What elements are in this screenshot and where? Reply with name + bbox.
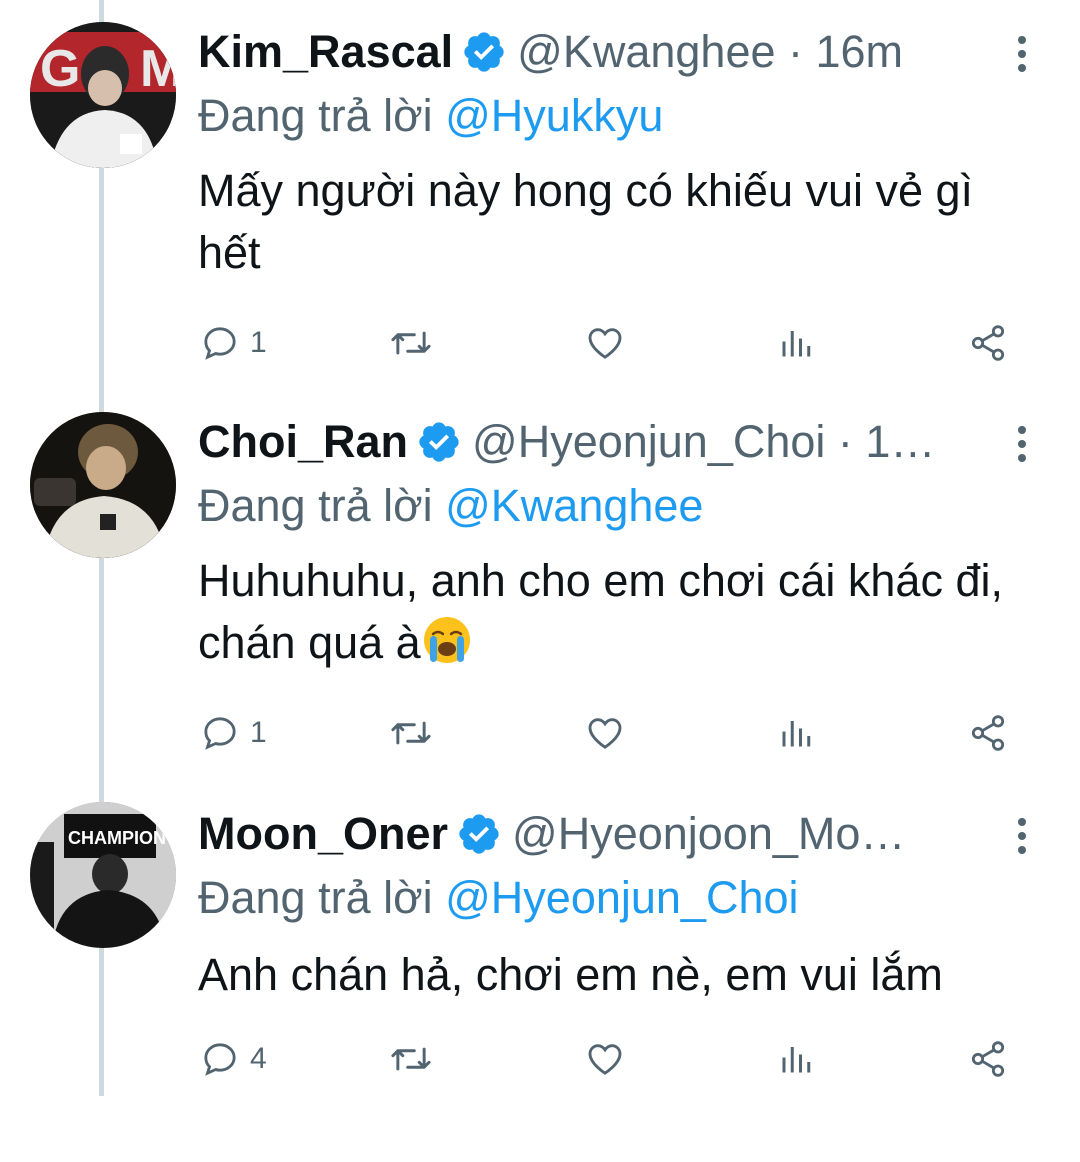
display-name[interactable]: Choi_Ran: [198, 412, 408, 472]
tweet[interactable]: CHAMPION Moon_Oner @Hyeonjoon_Mo… Đang t…: [0, 782, 1080, 1162]
avatar[interactable]: CHAMPION: [30, 802, 176, 948]
svg-text:G: G: [40, 40, 80, 98]
verified-badge-icon: [461, 29, 507, 75]
display-name[interactable]: Moon_Oner: [198, 804, 448, 864]
verified-badge-icon: [416, 419, 462, 465]
share-icon: [971, 325, 1005, 361]
share-icon: [971, 715, 1005, 751]
handle: @Hyeonjoon_Mo…: [512, 808, 906, 859]
share-button[interactable]: [968, 1034, 1008, 1084]
like-icon: [588, 718, 622, 749]
tweet-text: Mấy người này hong có khiếu vui vẻ gì hế…: [198, 165, 974, 278]
mention-link[interactable]: @Kwanghee: [445, 480, 703, 531]
reply-icon: [204, 717, 236, 750]
svg-text:M: M: [140, 40, 176, 98]
reply-button[interactable]: 1: [200, 318, 267, 368]
tweet-text: Huhuhuhu, anh cho em chơi cái khác đi, c…: [198, 550, 1048, 674]
retweet-icon: [391, 721, 431, 745]
action-bar: 4: [0, 1034, 1080, 1084]
retweet-icon: [391, 331, 431, 355]
views-icon: [782, 721, 811, 747]
views-button[interactable]: [778, 1034, 814, 1084]
views-button[interactable]: [778, 318, 814, 368]
handle-and-time: @Hyeonjun_Choi · 1…: [472, 416, 936, 467]
share-icon: [971, 1041, 1005, 1077]
retweet-button[interactable]: [388, 1034, 434, 1084]
reply-button[interactable]: 4: [200, 1034, 267, 1084]
like-button[interactable]: [584, 708, 626, 758]
like-button[interactable]: [584, 1034, 626, 1084]
avatar[interactable]: G M: [30, 22, 176, 168]
avatar-text: CHAMPION: [68, 828, 166, 848]
mention-link[interactable]: @Hyukkyu: [445, 90, 663, 141]
replying-to: Đang trả lời @Hyeonjun_Choi: [198, 868, 799, 928]
like-icon: [588, 328, 622, 359]
mention-link[interactable]: @Hyeonjun_Choi: [445, 872, 798, 923]
tweet-text: Anh chán hả, chơi em nè, em vui lắm: [198, 949, 943, 1000]
avatar[interactable]: [30, 412, 176, 558]
action-bar: 1: [0, 708, 1080, 758]
share-button[interactable]: [968, 708, 1008, 758]
reply-count: 1: [250, 326, 267, 359]
tweet[interactable]: G M Kim_Rascal @Kwanghee · 16m Đang trả …: [0, 0, 1080, 380]
retweet-button[interactable]: [388, 708, 434, 758]
more-options-icon[interactable]: [1012, 36, 1032, 72]
like-button[interactable]: [584, 318, 626, 368]
reply-icon: [204, 1043, 236, 1076]
replying-to: Đang trả lời @Kwanghee: [198, 476, 703, 536]
replying-label: Đang trả lời: [198, 90, 446, 141]
views-button[interactable]: [778, 708, 814, 758]
reply-button[interactable]: 1: [200, 708, 267, 758]
replying-label: Đang trả lời: [198, 480, 446, 531]
more-options-icon[interactable]: [1012, 426, 1032, 462]
verified-badge-icon: [456, 811, 502, 857]
tweet-text-content: Huhuhuhu, anh cho em chơi cái khác đi, c…: [198, 555, 1003, 668]
replying-label: Đang trả lời: [198, 872, 446, 923]
retweet-icon: [391, 1047, 431, 1071]
reply-icon: [204, 327, 236, 360]
reply-count: 1: [250, 716, 267, 749]
retweet-button[interactable]: [388, 318, 434, 368]
views-icon: [782, 331, 811, 357]
share-button[interactable]: [968, 318, 1008, 368]
views-icon: [782, 1047, 811, 1073]
tweet[interactable]: Choi_Ran @Hyeonjun_Choi · 1… Đang trả lờ…: [0, 390, 1080, 770]
action-bar: 1: [0, 318, 1080, 368]
reply-count: 4: [250, 1042, 267, 1075]
crying-face-emoji: [421, 614, 473, 666]
replying-to: Đang trả lời @Hyukkyu: [198, 86, 663, 146]
display-name[interactable]: Kim_Rascal: [198, 22, 453, 82]
handle-and-time: @Kwanghee · 16m: [517, 26, 904, 77]
more-options-icon[interactable]: [1012, 818, 1032, 854]
like-icon: [588, 1044, 622, 1075]
